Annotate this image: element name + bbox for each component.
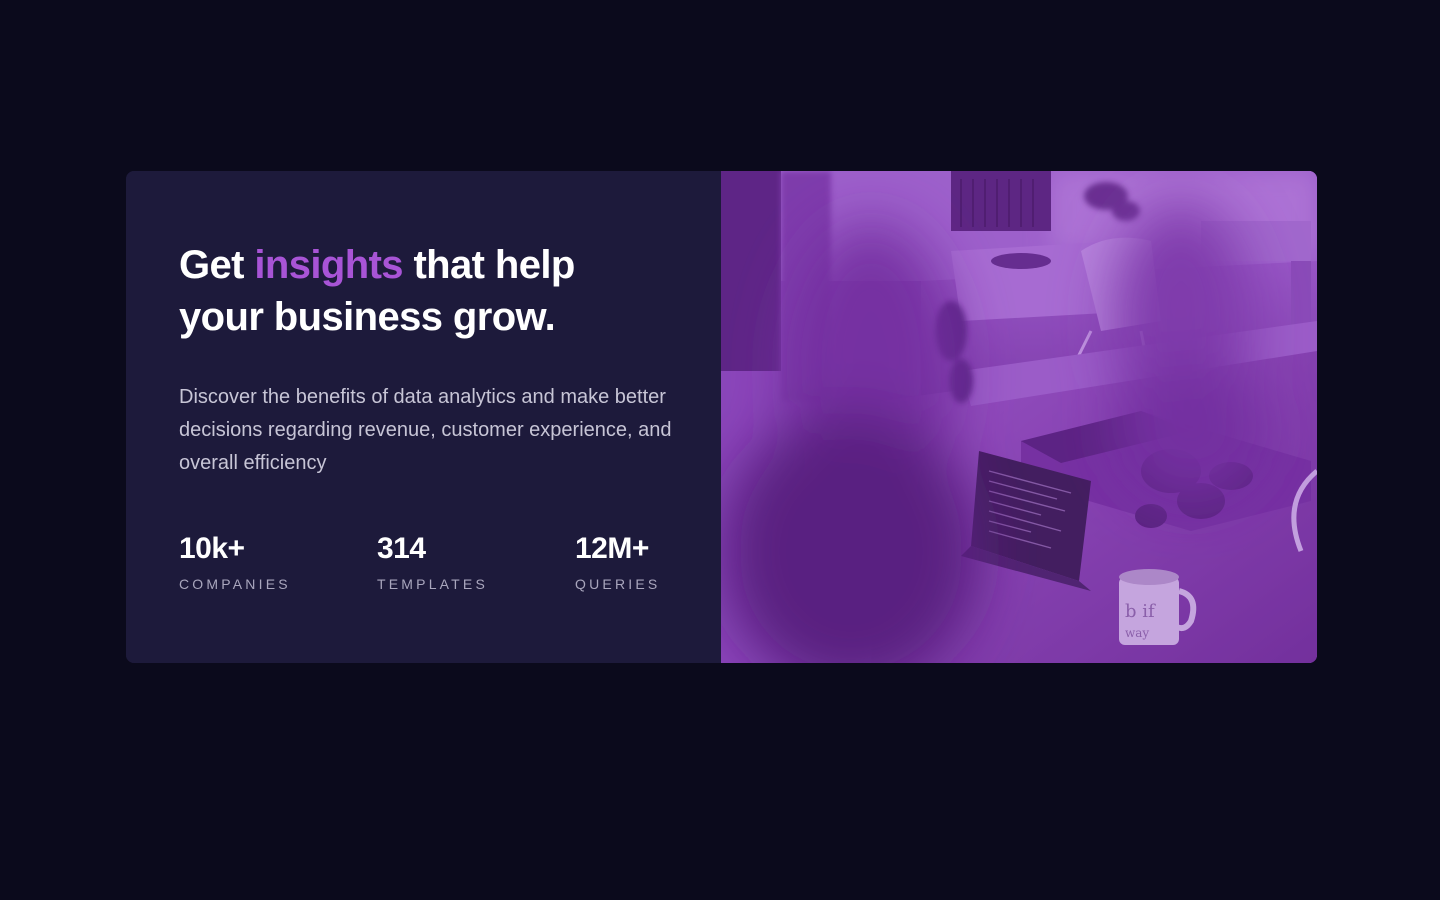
stat-value: 314 xyxy=(377,532,426,565)
stat-label: TEMPLATES xyxy=(377,576,489,592)
stat-queries: 12M+ QUERIES xyxy=(575,531,703,593)
office-illustration: b if way xyxy=(721,171,1317,663)
hero-card: Get insights that help your business gro… xyxy=(126,171,1317,663)
hero-content: Get insights that help your business gro… xyxy=(126,171,721,663)
headline-part1: Get xyxy=(179,243,255,287)
stat-value: 12M+ xyxy=(575,532,649,565)
headline-accent: insights xyxy=(254,243,403,287)
description: Discover the benefits of data analytics … xyxy=(179,386,672,474)
purple-overlay xyxy=(721,171,1317,663)
stat-templates: 314 TEMPLATES xyxy=(377,531,505,593)
stat-label: QUERIES xyxy=(575,576,661,592)
headline: Get insights that help your business gro… xyxy=(179,239,649,343)
stat-label: COMPANIES xyxy=(179,576,291,592)
stat-value: 10k+ xyxy=(179,532,245,565)
stat-companies: 10k+ COMPANIES xyxy=(179,531,307,593)
office-image: b if way xyxy=(721,171,1317,663)
stats-row: 10k+ COMPANIES 314 TEMPLATES 12M+ QUERIE… xyxy=(179,531,703,593)
